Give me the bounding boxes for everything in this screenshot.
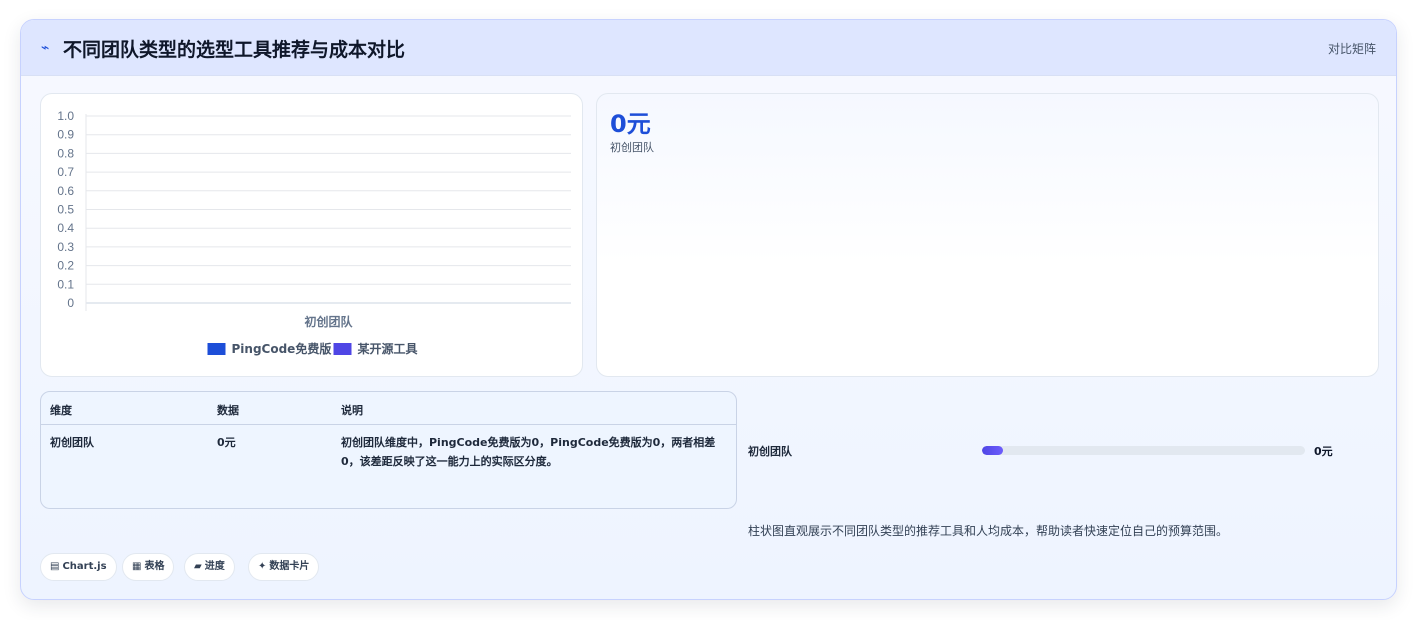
progress-value: 0元 [1314,445,1333,458]
chart-icon: ▤ [50,561,60,572]
chip-label: 数据卡片 [269,561,310,572]
bar-chart-panel: 0 0.1 0.2 0.3 0.4 0.5 0.6 0.7 0.8 0.9 1.0 初创团队 PingC… [40,93,583,377]
y-tick-label: 0.3 [57,240,74,254]
y-tick-label: 0.7 [57,165,74,179]
bar-chart: 0 0.1 0.2 0.3 0.4 0.5 0.6 0.7 0.8 0.9 1.0 初创团队 PingC… [57,109,571,356]
data-table: 维度 数据 说明 初创团队 0元 初创团队维度中，PingCode免费版为0，P… [40,391,737,509]
sparkle-icon: ✦ [258,561,267,572]
card-title: 不同团队类型的选型工具推荐与成本对比 [63,39,406,61]
x-tick-label: 初创团队 [304,314,353,329]
kpi-label: 初创团队 [610,141,654,154]
chip-label: Chart.js [62,561,107,572]
chip-progress[interactable]: ▰ 进度 [184,553,235,581]
legend-swatch [333,343,352,355]
table-icon: ▦ [132,561,142,572]
table-header-row: 维度 数据 说明 [41,392,736,425]
progress-row: 初创团队 0元 [748,440,1388,462]
y-tick-label: 0.5 [57,203,74,217]
y-tick-label: 0.8 [57,146,74,160]
comparison-card: ⌁ 不同团队类型的选型工具推荐与成本对比 对比矩阵 0 0.1 0.2 0.3 0.4 0… [20,19,1397,600]
progress-track [982,446,1305,455]
y-tick-label: 0.2 [57,259,74,273]
table-header-data: 数据 [217,404,239,417]
table-header-note: 说明 [341,404,363,417]
y-tick-label: 0.4 [57,221,74,235]
y-tick-label: 0.6 [57,184,74,198]
progress-icon: ▰ [194,561,202,572]
card-header: ⌁ 不同团队类型的选型工具推荐与成本对比 对比矩阵 [21,20,1396,76]
table-cell-dimension: 初创团队 [50,436,94,449]
table-cell-value: 0元 [217,436,236,449]
progress-label: 初创团队 [748,445,792,458]
chip-label: 进度 [204,561,225,572]
y-tick-label: 0.1 [57,277,74,291]
table-cell-note: 初创团队维度中，PingCode免费版为0，PingCode免费版为0，两者相差… [341,436,716,468]
progress-fill [982,446,1003,455]
chip-chartjs[interactable]: ▤ Chart.js [40,553,117,581]
y-tick-label: 0 [67,296,74,310]
y-tick-label: 1.0 [57,109,74,123]
pulse-icon: ⌁ [41,40,50,56]
chip-table[interactable]: ▦ 表格 [122,553,175,581]
table-header-dimension: 维度 [50,404,72,417]
chart-caption: 柱状图直观展示不同团队类型的推荐工具和人均成本，帮助读者快速定位自己的预算范围。 [748,524,1229,538]
kpi-card: 0元 初创团队 [596,93,1379,377]
legend-label: PingCode免费版 [232,341,332,356]
legend-label: 某开源工具 [358,341,418,356]
chip-data-card[interactable]: ✦ 数据卡片 [248,553,320,581]
y-tick-label: 0.9 [57,128,74,142]
chip-label: 表格 [144,561,165,572]
legend-swatch [207,343,226,355]
matrix-label: 对比矩阵 [1327,42,1376,56]
kpi-value: 0元 [610,110,651,138]
